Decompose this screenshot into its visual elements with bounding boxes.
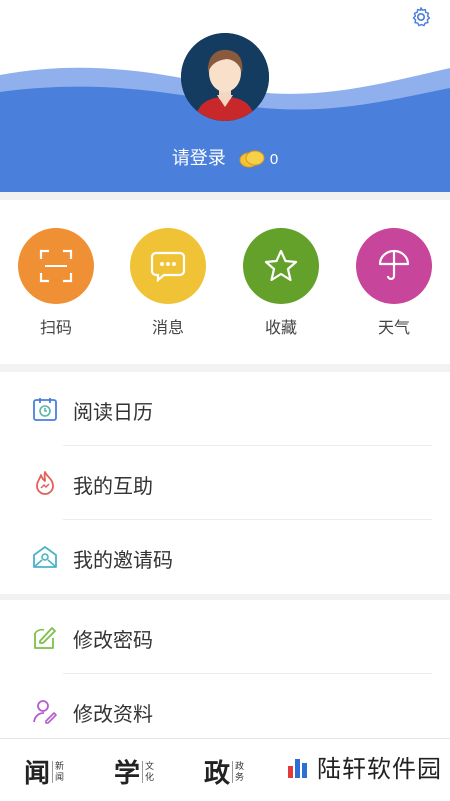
avatar[interactable] xyxy=(181,33,269,121)
menu-group-1: 阅读日历 我的互助 我的邀请码 xyxy=(0,372,450,594)
menu-item-label: 我的互助 xyxy=(73,476,153,498)
scan-icon xyxy=(39,249,73,283)
tab-small-chars: 政 务 xyxy=(232,760,245,783)
menu-item-invite-code[interactable]: 我的邀请码 xyxy=(0,520,450,594)
tab-small-char: 新 xyxy=(55,760,65,771)
umbrella-icon xyxy=(378,249,410,281)
menu-item-my-help[interactable]: 我的互助 xyxy=(0,446,450,520)
calendar-icon xyxy=(33,398,57,421)
menu-item-label: 我的邀请码 xyxy=(73,550,173,572)
tab-small-char: 务 xyxy=(235,771,245,782)
quick-scan[interactable]: 扫码 xyxy=(16,228,96,338)
quick-label: 天气 xyxy=(377,320,410,337)
menu-group-2: 修改密码 修改资料 xyxy=(0,600,450,738)
message-icon xyxy=(150,251,186,283)
tab-big-char: 政 xyxy=(204,759,231,788)
coin-count: 0 xyxy=(269,150,279,168)
tab-big-char: 闻 xyxy=(24,759,51,788)
brand-logo-icon xyxy=(288,758,307,778)
menu-item-label: 修改资料 xyxy=(73,704,153,726)
tab-small-chars: 新 闻 xyxy=(52,760,65,783)
user-edit-icon xyxy=(33,700,57,724)
tab-small-chars: 文 化 xyxy=(142,760,155,783)
star-icon xyxy=(264,249,298,282)
tab-politics[interactable]: 政 政 务 xyxy=(204,753,244,790)
brand-watermark: 陆轩软件园 xyxy=(285,749,442,784)
tab-small-char: 政 xyxy=(235,760,245,771)
quick-favorite[interactable]: 收藏 xyxy=(241,228,321,338)
bottom-tab-bar: 闻 新 闻 学 文 化 政 政 务 陆轩软件园 xyxy=(0,738,450,801)
menu-item-label: 阅读日历 xyxy=(73,402,153,424)
settings-gear-icon[interactable] xyxy=(410,6,432,28)
tab-small-char: 闻 xyxy=(55,771,65,782)
menu-item-edit-profile[interactable]: 修改资料 xyxy=(0,674,450,738)
coin-icon xyxy=(239,150,265,168)
brand-text: 陆轩软件园 xyxy=(317,756,442,783)
quick-weather[interactable]: 天气 xyxy=(354,228,434,338)
quick-message[interactable]: 消息 xyxy=(128,228,208,338)
quick-label: 消息 xyxy=(151,320,184,337)
tab-small-char: 化 xyxy=(145,771,155,782)
menu-item-change-password[interactable]: 修改密码 xyxy=(0,600,450,674)
quick-label: 扫码 xyxy=(39,320,72,337)
edit-icon xyxy=(34,627,56,649)
login-link[interactable]: 请登录 xyxy=(172,148,226,168)
envelope-icon xyxy=(33,546,57,568)
default-avatar-icon xyxy=(181,33,269,121)
tab-news[interactable]: 闻 新 闻 xyxy=(24,753,64,790)
tab-study[interactable]: 学 文 化 xyxy=(114,753,154,790)
menu-item-label: 修改密码 xyxy=(73,630,153,652)
quick-actions: 扫码 消息 收藏 天气 xyxy=(0,200,450,364)
flame-icon xyxy=(36,471,54,495)
menu-item-reading-calendar[interactable]: 阅读日历 xyxy=(0,372,450,446)
profile-header: 请登录 0 xyxy=(0,0,450,192)
quick-label: 收藏 xyxy=(264,320,297,337)
tab-big-char: 学 xyxy=(114,759,141,788)
tab-small-char: 文 xyxy=(145,760,155,771)
